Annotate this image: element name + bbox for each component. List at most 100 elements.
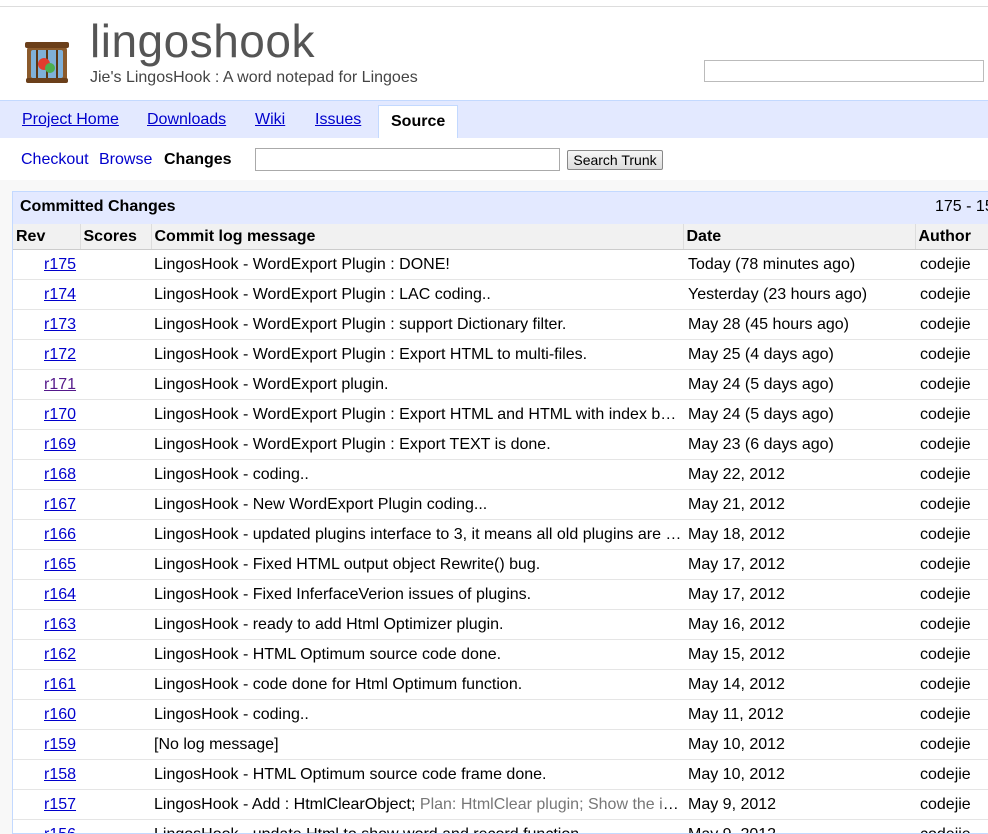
author-cell[interactable]: codejie <box>915 519 988 550</box>
revision-link[interactable]: r156 <box>44 826 76 834</box>
revision-link[interactable]: r175 <box>44 256 76 273</box>
revision-link[interactable]: r174 <box>44 286 76 303</box>
revision-link[interactable]: r160 <box>44 706 76 723</box>
table-row[interactable]: r169 LingosHook - WordExport Plugin : Exp… <box>13 429 988 460</box>
table-row[interactable]: r175 LingosHook - WordExport Plugin : DON… <box>13 249 988 280</box>
tab-project-home[interactable]: Project Home <box>22 111 119 129</box>
commit-message-cell[interactable]: LingosHook - WordExport plugin. <box>151 369 683 400</box>
commit-message: LingosHook - updated plugins interface t… <box>154 525 683 543</box>
revision-link[interactable]: r164 <box>44 586 76 603</box>
author-cell[interactable]: codejie <box>915 819 988 833</box>
table-row[interactable]: r164 LingosHook - Fixed InferfaceVerion i… <box>13 579 988 610</box>
trunk-search-input[interactable] <box>255 148 560 171</box>
revision-link[interactable]: r159 <box>44 736 76 753</box>
revision-link[interactable]: r162 <box>44 646 76 663</box>
author-cell[interactable]: codejie <box>915 279 988 310</box>
commit-message-cell[interactable]: LingosHook - ready to add Html Optimizer… <box>151 609 683 640</box>
commit-message-cell[interactable]: LingosHook - coding.. <box>151 459 683 490</box>
revision-link[interactable]: r163 <box>44 616 76 633</box>
table-row[interactable]: r174 LingosHook - WordExport Plugin : LAC… <box>13 279 988 310</box>
author-cell[interactable]: codejie <box>915 399 988 430</box>
author-cell[interactable]: codejie <box>915 339 988 370</box>
column-header-date[interactable]: Date <box>683 224 916 250</box>
revision-link[interactable]: r168 <box>44 466 76 483</box>
author-cell[interactable]: codejie <box>915 429 988 460</box>
author-cell[interactable]: codejie <box>915 609 988 640</box>
column-header-rev[interactable]: Rev <box>13 224 81 250</box>
table-row[interactable]: r165 LingosHook - Fixed HTML output objec… <box>13 549 988 580</box>
commit-message-cell[interactable]: LingosHook - WordExport Plugin : DONE! <box>151 249 683 280</box>
commit-message-cell[interactable]: LingosHook - coding.. <box>151 699 683 730</box>
commit-message: LingosHook - update Html to show word an… <box>154 825 584 834</box>
tab-source[interactable]: Source <box>378 105 459 141</box>
search-trunk-button[interactable]: Search Trunk <box>567 150 663 170</box>
commit-message-cell[interactable]: LingosHook - WordExport Plugin : support… <box>151 309 683 340</box>
revision-link[interactable]: r173 <box>44 316 76 333</box>
table-row[interactable]: r162 LingosHook - HTML Optimum source cod… <box>13 639 988 670</box>
commit-message-cell[interactable]: LingosHook - WordExport Plugin : LAC cod… <box>151 279 683 310</box>
author-cell[interactable]: codejie <box>915 579 988 610</box>
commit-message-cell[interactable]: LingosHook - Fixed HTML output object Re… <box>151 549 683 580</box>
author-cell[interactable]: codejie <box>915 669 988 700</box>
subtab-checkout[interactable]: Checkout <box>21 151 89 169</box>
revision-link[interactable]: r157 <box>44 796 76 813</box>
commit-message-cell[interactable]: [No log message] <box>151 729 683 760</box>
commit-message-cell[interactable]: LingosHook - HTML Optimum source code do… <box>151 639 683 670</box>
revision-link[interactable]: r167 <box>44 496 76 513</box>
project-search-input[interactable] <box>704 60 984 82</box>
commit-message: LingosHook - WordExport plugin. <box>154 375 389 393</box>
subtab-browse[interactable]: Browse <box>99 151 152 169</box>
project-name[interactable]: lingoshook <box>90 14 315 68</box>
commit-message-cell[interactable]: LingosHook - code done for Html Optimum … <box>151 669 683 700</box>
column-header-author[interactable]: Author <box>915 224 988 250</box>
commit-message-cell[interactable]: LingosHook - WordExport Plugin : Export … <box>151 399 683 430</box>
column-header-message[interactable]: Commit log message <box>151 224 684 250</box>
table-row[interactable]: r171 LingosHook - WordExport plugin. May 2… <box>13 369 988 400</box>
table-row[interactable]: r172 LingosHook - WordExport Plugin : Exp… <box>13 339 988 370</box>
commit-message-cell[interactable]: LingosHook - WordExport Plugin : Export … <box>151 429 683 460</box>
table-row[interactable]: r157 LingosHook - Add : HtmlClearObject; … <box>13 789 988 820</box>
commit-message-cell[interactable]: LingosHook - update Html to show word an… <box>151 819 683 834</box>
table-row[interactable]: r163 LingosHook - ready to add Html Optim… <box>13 609 988 640</box>
author-cell[interactable]: codejie <box>915 369 988 400</box>
revision-link[interactable]: r170 <box>44 406 76 423</box>
tab-wiki[interactable]: Wiki <box>255 111 285 129</box>
commit-message-cell[interactable]: LingosHook - Fixed InferfaceVerion issue… <box>151 579 683 610</box>
revision-link[interactable]: r158 <box>44 766 76 783</box>
table-row[interactable]: r173 LingosHook - WordExport Plugin : sup… <box>13 309 988 340</box>
table-row[interactable]: r158 LingosHook - HTML Optimum source cod… <box>13 759 988 790</box>
author-cell[interactable]: codejie <box>915 459 988 490</box>
column-header-scores[interactable]: Scores <box>80 224 152 250</box>
author-cell[interactable]: codejie <box>915 249 988 280</box>
commit-message-cell[interactable]: LingosHook - HTML Optimum source code fr… <box>151 759 683 790</box>
author-cell[interactable]: codejie <box>915 489 988 520</box>
revision-link[interactable]: r161 <box>44 676 76 693</box>
table-row[interactable]: r170 LingosHook - WordExport Plugin : Exp… <box>13 399 988 430</box>
revision-link[interactable]: r171 <box>44 376 76 393</box>
revision-link[interactable]: r165 <box>44 556 76 573</box>
scores-cell <box>80 549 151 580</box>
commit-message-cell[interactable]: LingosHook - New WordExport Plugin codin… <box>151 489 683 520</box>
commit-message-cell[interactable]: LingosHook - WordExport Plugin : Export … <box>151 339 683 370</box>
author-cell[interactable]: codejie <box>915 549 988 580</box>
tab-downloads[interactable]: Downloads <box>147 111 226 129</box>
table-row[interactable]: r160 LingosHook - coding.. May 11, 2012 cod… <box>13 699 988 730</box>
author-cell[interactable]: codejie <box>915 759 988 790</box>
author-cell[interactable]: codejie <box>915 729 988 760</box>
revision-link[interactable]: r166 <box>44 526 76 543</box>
revision-link[interactable]: r172 <box>44 346 76 363</box>
author-cell[interactable]: codejie <box>915 699 988 730</box>
table-row[interactable]: r161 LingosHook - code done for Html Opti… <box>13 669 988 700</box>
revision-link[interactable]: r169 <box>44 436 76 453</box>
tab-issues[interactable]: Issues <box>315 111 361 129</box>
commit-message-cell[interactable]: LingosHook - updated plugins interface t… <box>151 519 683 550</box>
commit-message-cell[interactable]: LingosHook - Add : HtmlClearObject; Plan… <box>151 789 683 820</box>
table-row[interactable]: r156 LingosHook - update Html to show wor… <box>13 819 988 834</box>
table-row[interactable]: r167 LingosHook - New WordExport Plugin c… <box>13 489 988 520</box>
table-row[interactable]: r166 LingosHook - updated plugins interfa… <box>13 519 988 550</box>
table-row[interactable]: r159 [No log message] May 10, 2012 codejie <box>13 729 988 760</box>
table-row[interactable]: r168 LingosHook - coding.. May 22, 2012 cod… <box>13 459 988 490</box>
author-cell[interactable]: codejie <box>915 789 988 820</box>
author-cell[interactable]: codejie <box>915 639 988 670</box>
author-cell[interactable]: codejie <box>915 309 988 340</box>
